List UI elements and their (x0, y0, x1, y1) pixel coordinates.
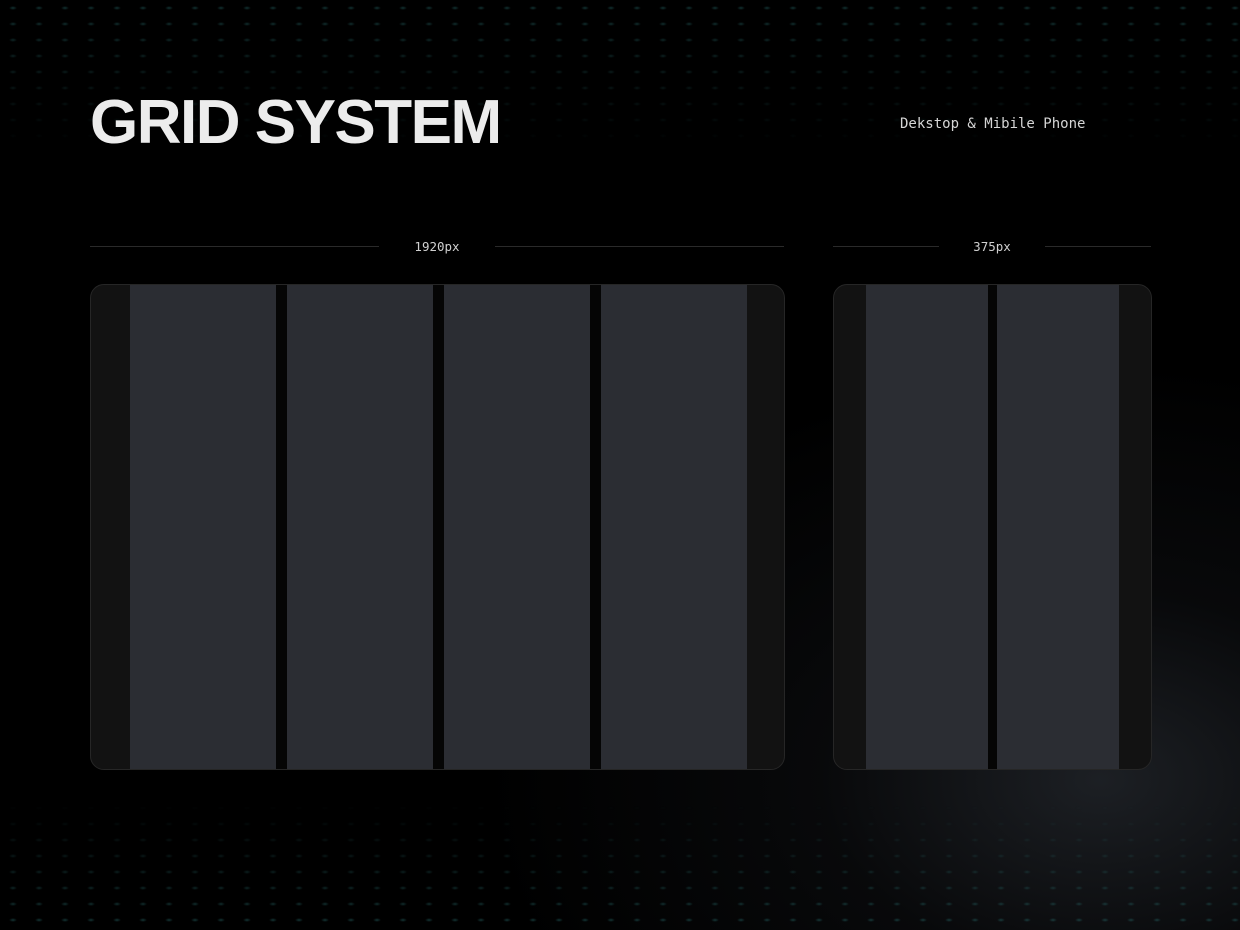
dot-pattern-bottom (0, 800, 1240, 930)
desktop-grid-gutter (276, 285, 287, 769)
page-title: GRID SYSTEM (90, 88, 502, 157)
desktop-width-measure: 1920px (90, 238, 784, 256)
mobile-width-measure: 375px (833, 238, 1151, 256)
mobile-measure-line-right (1045, 246, 1151, 247)
desktop-measure-line-right (495, 246, 784, 247)
desktop-grid-frame (90, 284, 785, 770)
mobile-measure-line-left (833, 246, 939, 247)
desktop-width-label: 1920px (414, 239, 460, 254)
mobile-grid-gutter (988, 285, 997, 769)
mobile-width-label: 375px (973, 239, 1011, 254)
desktop-grid-column (287, 285, 433, 769)
mobile-grid-frame (833, 284, 1152, 770)
desktop-grid-gutter (433, 285, 444, 769)
desktop-grid-column (601, 285, 747, 769)
mobile-grid-column (997, 285, 1119, 769)
mobile-grid-column (866, 285, 988, 769)
desktop-grid-column (444, 285, 590, 769)
desktop-measure-line-left (90, 246, 379, 247)
page-subtitle: Dekstop & Mibile Phone (900, 116, 1086, 132)
desktop-grid-column (130, 285, 276, 769)
desktop-grid-gutter (590, 285, 601, 769)
